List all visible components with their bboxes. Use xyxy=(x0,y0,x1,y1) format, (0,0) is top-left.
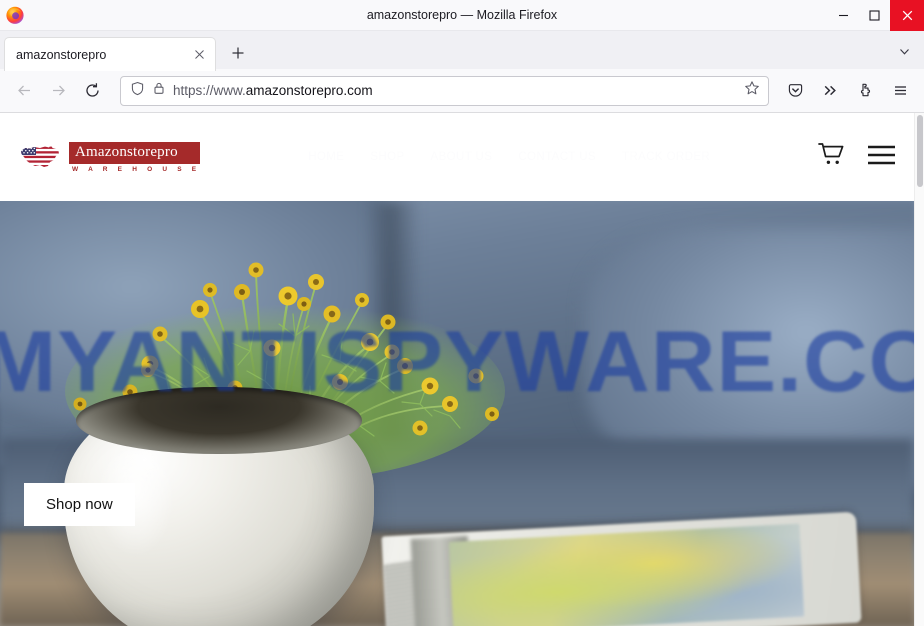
tab-strip: amazonstorepro xyxy=(0,31,924,71)
firefox-logo-icon xyxy=(5,5,25,25)
url-text[interactable]: https://www.amazonstorepro.com xyxy=(173,83,737,98)
reload-icon[interactable] xyxy=(76,75,108,107)
window-title: amazonstorepro — Mozilla Firefox xyxy=(366,7,558,22)
close-icon[interactable] xyxy=(890,0,924,31)
site-logo-subtitle: W A R E H O U S E xyxy=(72,165,201,173)
hamburger-menu-icon[interactable] xyxy=(867,144,896,171)
minimize-icon[interactable] xyxy=(828,0,859,31)
pocket-icon[interactable] xyxy=(779,75,811,107)
url-host: amazonstorepro.com xyxy=(245,83,373,98)
nav-item-shop[interactable]: SHOP xyxy=(370,151,404,163)
tracking-protection-shield-icon[interactable] xyxy=(130,81,145,101)
usa-flag-map-icon xyxy=(18,142,62,172)
new-tab-icon[interactable] xyxy=(223,38,253,68)
scrollbar-thumb[interactable] xyxy=(917,115,923,187)
overflow-chevrons-icon[interactable] xyxy=(814,75,846,107)
url-bar[interactable]: https://www.amazonstorepro.com xyxy=(120,75,769,106)
site-header: Amazonstorepro W A R E H O U S E HOME SH… xyxy=(0,113,914,201)
website-page: Amazonstorepro W A R E H O U S E HOME SH… xyxy=(0,113,914,626)
page-scrollbar[interactable] xyxy=(914,113,924,626)
forward-arrow-icon[interactable] xyxy=(42,75,74,107)
extensions-puzzle-icon[interactable] xyxy=(849,75,881,107)
hero-banner: MYANTISPYWARE.COM Shop now xyxy=(0,201,914,626)
nav-item-track-order[interactable]: TRACK ORDER xyxy=(622,151,710,163)
site-logo-text: Amazonstorepro W A R E H O U S E xyxy=(69,141,201,173)
tab-title: amazonstorepro xyxy=(16,47,107,62)
star-outline-icon[interactable] xyxy=(744,80,760,101)
hero-background-photo xyxy=(0,201,914,626)
hamburger-menu-icon[interactable] xyxy=(884,75,916,107)
window-controls xyxy=(828,0,924,31)
browser-titlebar: amazonstorepro — Mozilla Firefox xyxy=(0,0,924,31)
navigation-toolbar: https://www.amazonstorepro.com xyxy=(0,69,924,113)
url-scheme: https://www. xyxy=(173,83,246,98)
shopping-cart-icon[interactable] xyxy=(818,142,845,172)
page-content-area: Amazonstorepro W A R E H O U S E HOME SH… xyxy=(0,113,924,626)
browser-toolbar-icons xyxy=(779,75,916,107)
browser-tab[interactable]: amazonstorepro xyxy=(4,37,216,71)
close-tab-icon[interactable] xyxy=(189,45,209,65)
site-logo-name: Amazonstorepro xyxy=(69,141,201,164)
list-all-tabs-icon[interactable] xyxy=(888,35,920,67)
padlock-icon[interactable] xyxy=(152,81,166,100)
nav-item-home[interactable]: HOME xyxy=(308,151,344,163)
site-logo[interactable]: Amazonstorepro W A R E H O U S E xyxy=(18,141,201,173)
shop-now-button[interactable]: Shop now xyxy=(24,483,135,526)
site-navigation: HOME SHOP ABOUT US CONTACT US TRACK ORDE… xyxy=(200,151,818,163)
site-header-icons xyxy=(818,142,896,172)
maximize-icon[interactable] xyxy=(859,0,890,31)
back-arrow-icon[interactable] xyxy=(8,75,40,107)
nav-item-contact-us[interactable]: CONTACT US xyxy=(518,151,596,163)
nav-item-about-us[interactable]: ABOUT US xyxy=(431,151,493,163)
